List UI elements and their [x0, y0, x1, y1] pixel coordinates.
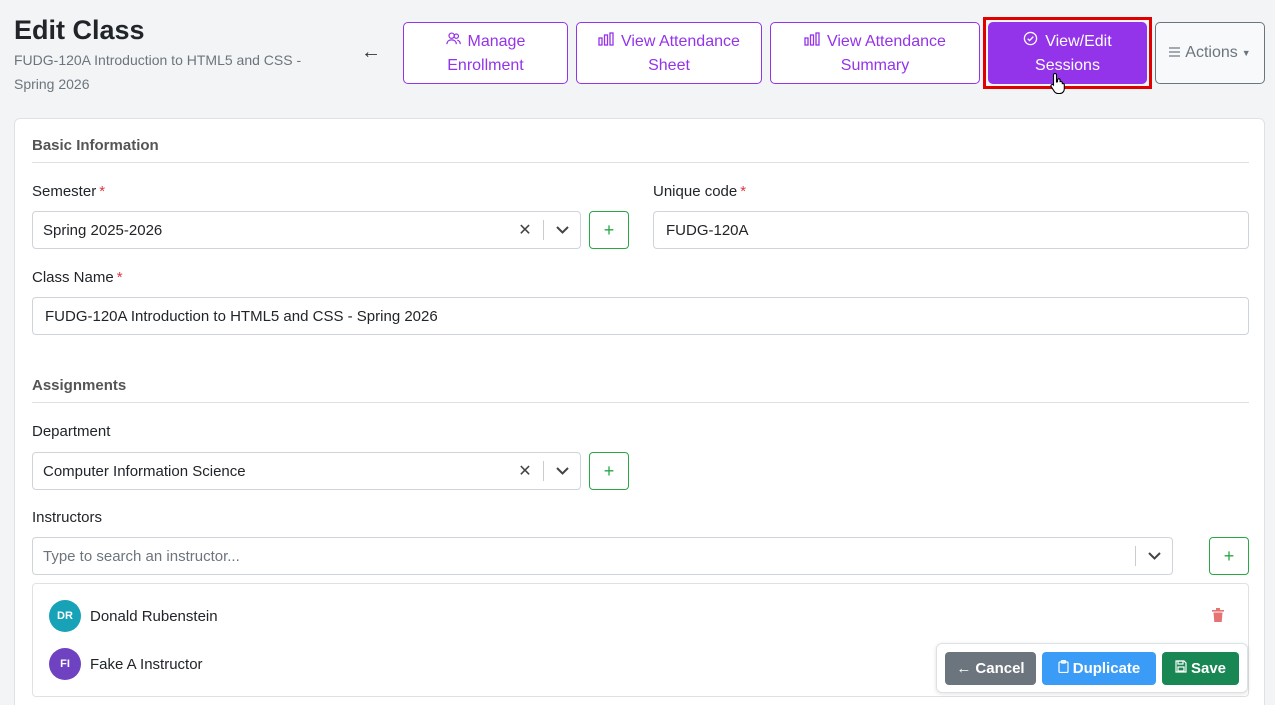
plus-icon: + — [603, 219, 615, 240]
clear-icon[interactable]: ✕ — [507, 220, 543, 240]
manage-enrollment-label-2: Enrollment — [447, 56, 524, 74]
unique-code-input[interactable]: FUDG-120A — [653, 211, 1249, 249]
view-attendance-sheet-label-2: Sheet — [648, 56, 690, 74]
instructor-name: Fake A Instructor — [90, 655, 203, 673]
menu-icon — [1169, 44, 1181, 62]
department-select[interactable]: Computer Information Science ✕ — [32, 452, 581, 490]
semester-label: Semester * — [32, 183, 106, 200]
hand-cursor-icon — [1050, 72, 1066, 100]
duplicate-button[interactable]: Duplicate — [1042, 652, 1156, 685]
users-icon — [445, 31, 465, 49]
bar-chart-icon — [598, 31, 618, 49]
divider — [32, 162, 1249, 163]
basic-info-heading: Basic Information — [32, 137, 159, 154]
list-item: FI Fake A Instructor — [49, 648, 203, 680]
instructor-name: Donald Rubenstein — [90, 607, 218, 625]
arrow-left-icon: ← — [956, 660, 972, 677]
cancel-label: Cancel — [975, 660, 1025, 677]
actions-label: Actions — [1185, 44, 1238, 61]
department-label: Department — [32, 423, 111, 440]
clipboard-icon — [1058, 660, 1069, 677]
plus-icon: + — [603, 460, 615, 481]
page-title: Edit Class — [14, 15, 145, 45]
view-attendance-sheet-button[interactable]: View Attendance Sheet — [576, 22, 762, 84]
page-subtitle: FUDG-120A Introduction to HTML5 and CSS … — [14, 52, 302, 92]
view-attendance-summary-button[interactable]: View Attendance Summary — [770, 22, 980, 84]
cancel-button[interactable]: ← Cancel — [945, 652, 1036, 685]
class-form-card: Basic Information Semester * Spring 2025-… — [14, 118, 1265, 705]
chevron-down-icon[interactable] — [544, 226, 580, 234]
add-instructor-button[interactable]: + — [1209, 537, 1249, 575]
duplicate-label: Duplicate — [1072, 660, 1141, 677]
avatar: DR — [49, 600, 81, 632]
instructor-search-placeholder: Type to search an instructor... — [43, 547, 240, 565]
bar-chart-icon — [804, 31, 824, 49]
semester-select[interactable]: Spring 2025-2026 ✕ — [32, 211, 581, 249]
view-attendance-summary-label-2: Summary — [840, 56, 910, 74]
department-value: Computer Information Science — [43, 462, 246, 480]
save-icon — [1175, 660, 1187, 677]
instructors-label: Instructors — [32, 509, 103, 526]
page-header: Edit Class FUDG-120A Introduction to HTM… — [14, 14, 334, 96]
chevron-down-icon[interactable] — [1136, 552, 1172, 560]
view-attendance-sheet-label: View Attendance — [620, 32, 740, 50]
save-label: Save — [1190, 660, 1227, 677]
class-name-label: Class Name * — [32, 269, 123, 286]
check-circle-icon — [1023, 31, 1042, 49]
divider — [32, 402, 1249, 403]
class-name-input[interactable]: FUDG-120A Introduction to HTML5 and CSS … — [32, 297, 1249, 335]
caret-down-icon: ▼ — [1241, 48, 1251, 58]
semester-value: Spring 2025-2026 — [43, 221, 163, 239]
view-edit-sessions-button[interactable]: View/Edit Sessions — [988, 22, 1147, 84]
chevron-down-icon[interactable] — [544, 467, 580, 475]
trash-icon[interactable] — [1212, 608, 1224, 625]
save-button[interactable]: Save — [1162, 652, 1239, 685]
view-edit-sessions-label: View/Edit — [1045, 32, 1112, 50]
plus-icon: + — [1223, 545, 1235, 566]
view-attendance-summary-label: View Attendance — [826, 32, 946, 50]
back-arrow-icon[interactable]: ← — [361, 40, 381, 64]
list-item: DR Donald Rubenstein — [49, 600, 218, 632]
manage-enrollment-label: Manage — [467, 32, 526, 50]
unique-code-label: Unique code * — [653, 183, 747, 200]
view-edit-sessions-label-2: Sessions — [1035, 56, 1100, 74]
form-action-bar: ← Cancel Duplicate Save — [936, 643, 1248, 693]
actions-dropdown-button[interactable]: Actions ▼ — [1155, 22, 1265, 84]
assignments-heading: Assignments — [32, 377, 127, 394]
manage-enrollment-button[interactable]: Manage Enrollment — [403, 22, 568, 84]
clear-icon[interactable]: ✕ — [507, 461, 543, 481]
add-semester-button[interactable]: + — [589, 211, 629, 249]
instructor-search-select[interactable]: Type to search an instructor... — [32, 537, 1173, 575]
avatar: FI — [49, 648, 81, 680]
add-department-button[interactable]: + — [589, 452, 629, 490]
